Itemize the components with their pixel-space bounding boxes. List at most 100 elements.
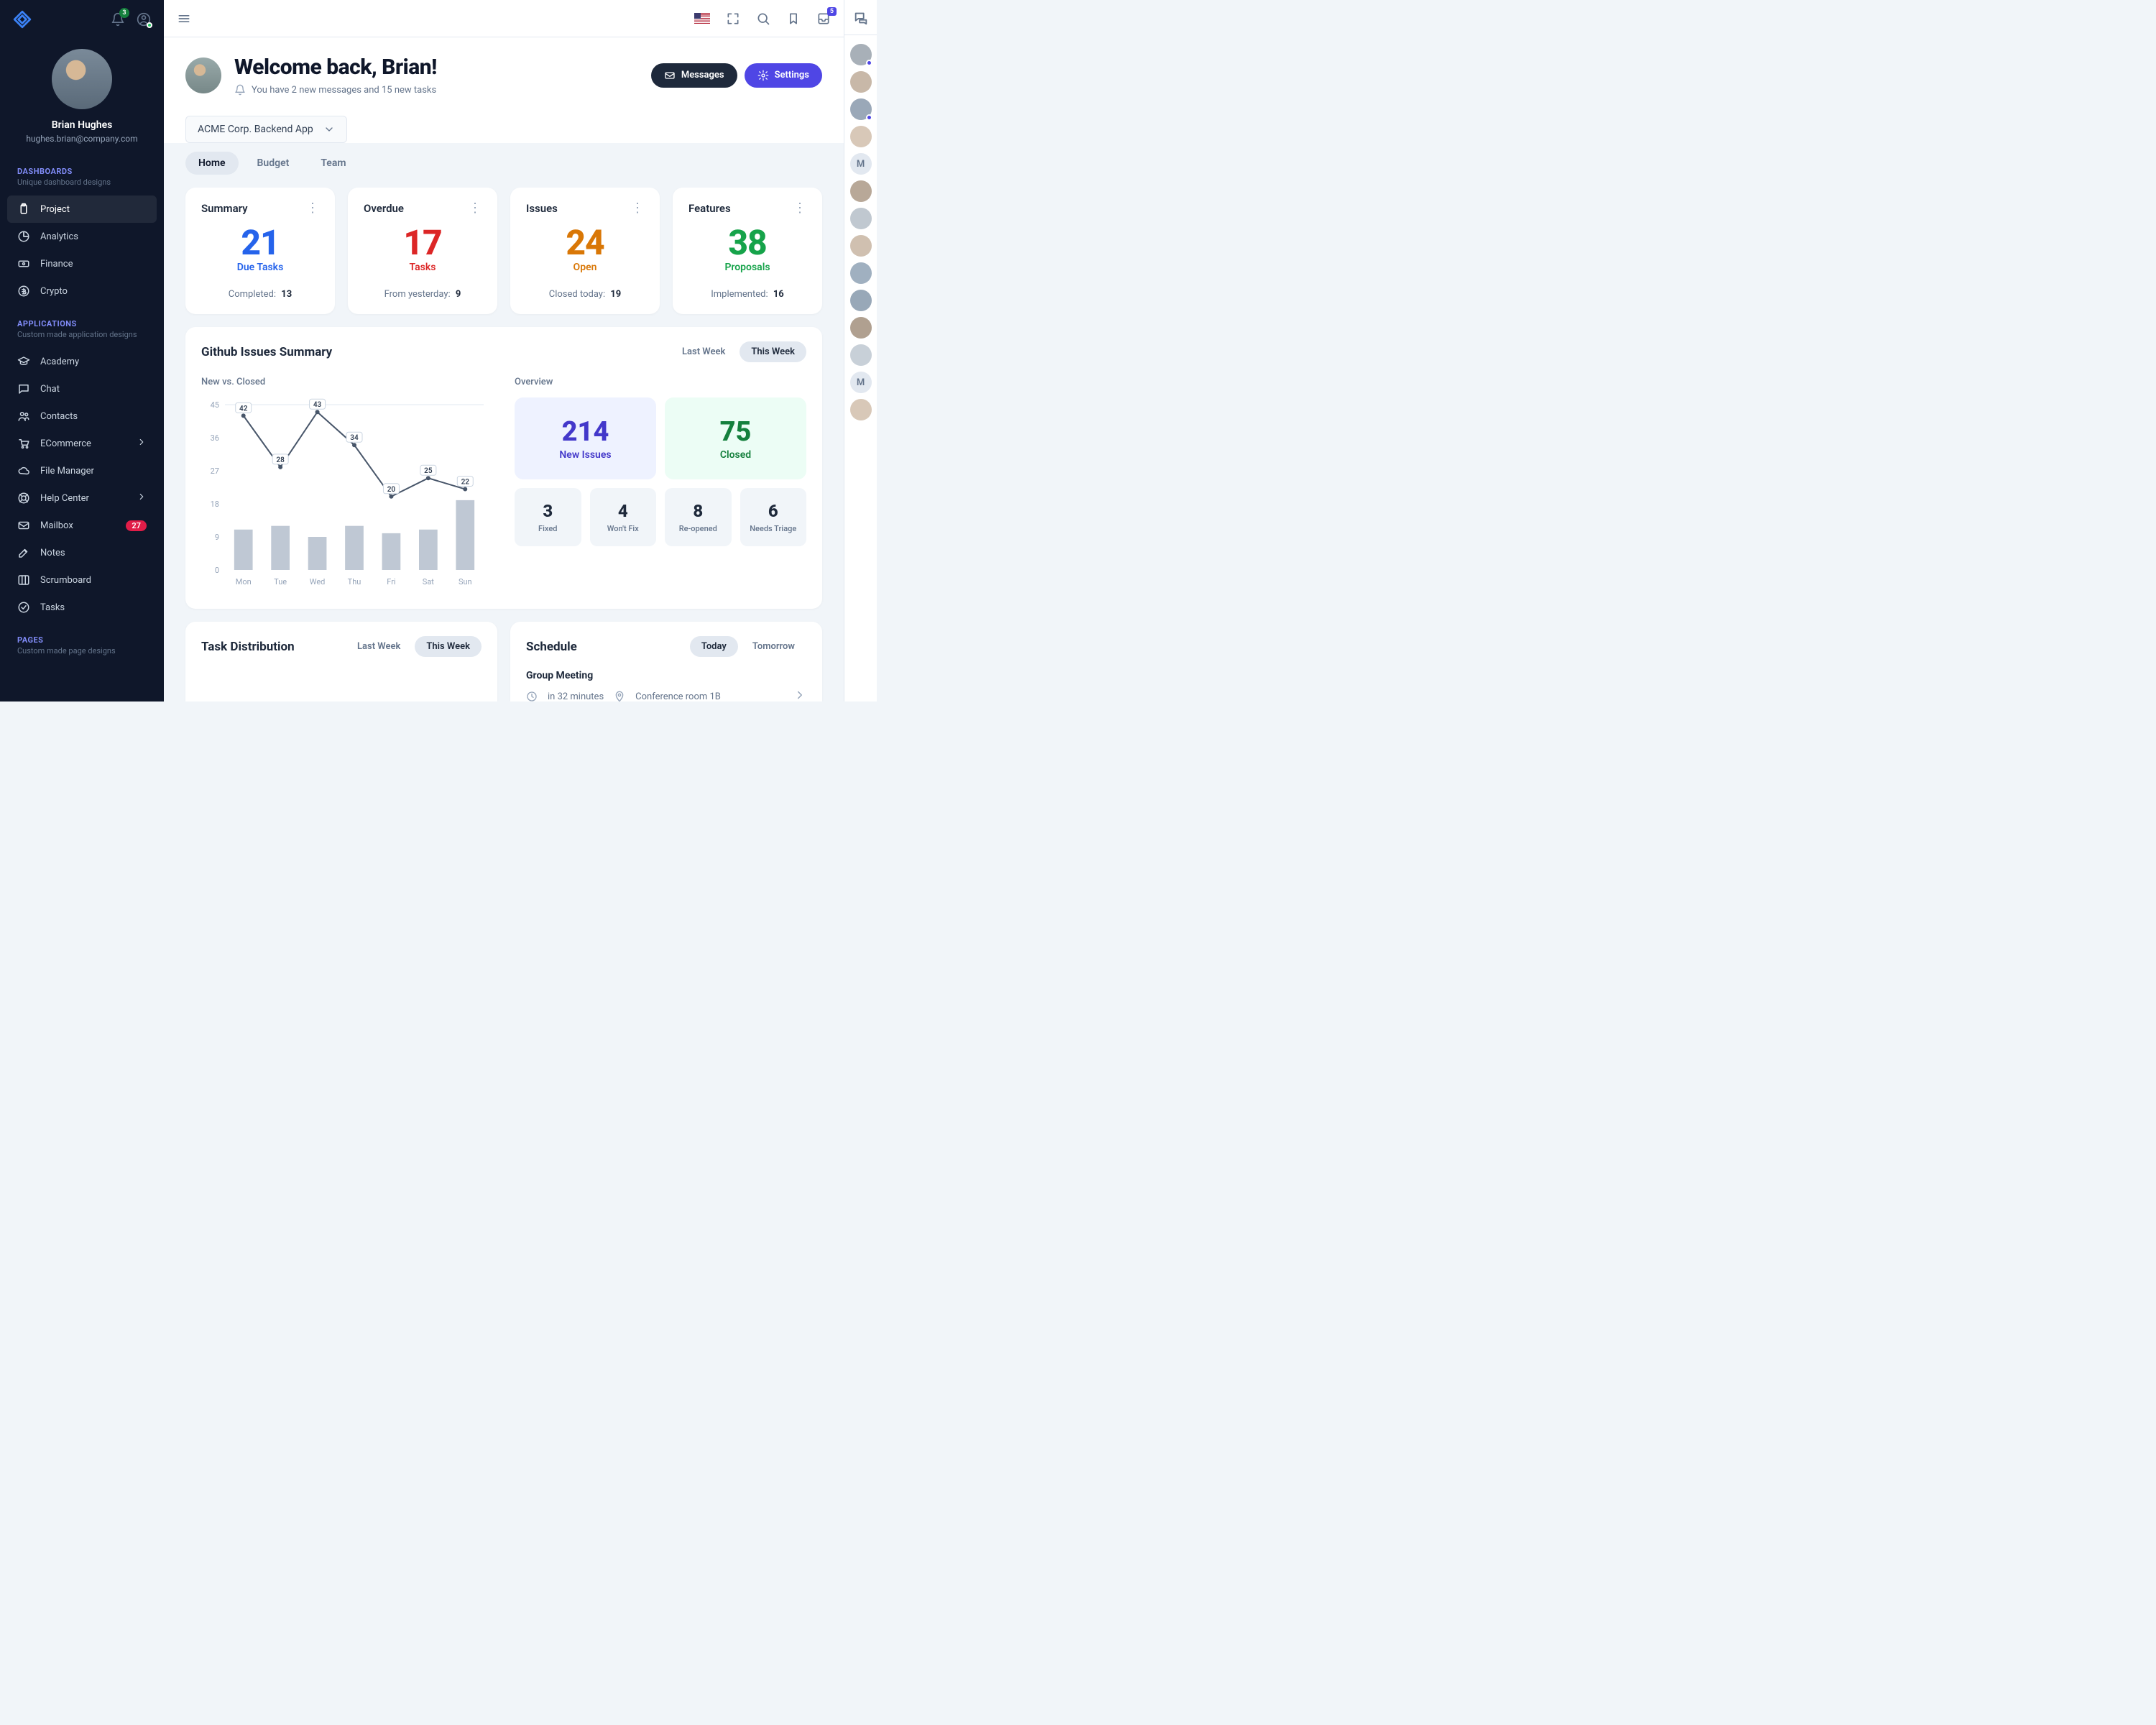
settings-button[interactable]: Settings: [745, 63, 822, 88]
stat-title: Issues: [526, 202, 558, 215]
toggle-today[interactable]: Today: [690, 636, 738, 657]
tab-team[interactable]: Team: [308, 152, 359, 175]
contact-avatar[interactable]: [850, 180, 872, 202]
messages-button[interactable]: Messages: [651, 63, 737, 88]
svg-text:Tue: Tue: [274, 577, 287, 586]
mailbox-badge: 27: [126, 520, 147, 531]
avatar: [52, 49, 112, 109]
svg-text:Sat: Sat: [423, 577, 435, 586]
contact-avatar[interactable]: [850, 71, 872, 93]
user-status-icon[interactable]: [137, 12, 151, 27]
svg-text:22: 22: [461, 479, 470, 487]
event-title: Group Meeting: [526, 670, 806, 681]
cart-icon: [17, 437, 30, 450]
svg-text:20: 20: [387, 486, 396, 494]
nav-label: Help Center: [40, 493, 89, 504]
svg-text:Sun: Sun: [459, 577, 472, 586]
contact-avatar[interactable]: [850, 126, 872, 147]
search-icon[interactable]: [756, 12, 770, 26]
sidebar-item-ecommerce[interactable]: ECommerce: [7, 430, 157, 457]
nav-label: Tasks: [40, 602, 65, 613]
stat-card: Summary ⋮ 21 Due Tasks Completed: 13: [185, 188, 335, 314]
stat-footer: Implemented: 16: [688, 289, 806, 300]
fullscreen-icon[interactable]: [726, 12, 740, 26]
sidebar-item-scrumboard[interactable]: Scrumboard: [7, 566, 157, 594]
inbox-icon[interactable]: 5: [816, 12, 831, 26]
more-icon[interactable]: ⋮: [793, 202, 806, 215]
event-time: in 32 minutes: [548, 691, 604, 702]
stat-footer: Closed today: 19: [526, 289, 644, 300]
more-icon[interactable]: ⋮: [469, 202, 482, 215]
sidebar-item-finance[interactable]: Finance: [7, 250, 157, 277]
svg-text:28: 28: [276, 456, 285, 464]
more-icon[interactable]: ⋮: [306, 202, 319, 215]
sidebar-item-chat[interactable]: Chat: [7, 375, 157, 402]
sidebar-item-academy[interactable]: Academy: [7, 348, 157, 375]
chart-title: New vs. Closed: [201, 377, 493, 387]
contact-avatar[interactable]: [850, 317, 872, 339]
overview-new-issues: 214 New Issues: [515, 397, 656, 479]
contact-avatar[interactable]: M: [850, 372, 872, 393]
contact-avatar[interactable]: [850, 44, 872, 65]
toggle-tomorrow[interactable]: Tomorrow: [741, 636, 806, 657]
app-logo-icon: [13, 10, 32, 29]
nav-label: Finance: [40, 259, 73, 270]
toggle-this-week[interactable]: This Week: [415, 636, 482, 657]
toggle-last-week[interactable]: Last Week: [671, 341, 737, 362]
overview-closed: 75 Closed: [665, 397, 806, 479]
stat-card: Issues ⋮ 24 Open Closed today: 19: [510, 188, 660, 314]
nav-section-pages: PAGES Custom made page designs: [0, 625, 164, 660]
bell-icon[interactable]: 3: [111, 12, 125, 27]
contact-avatar[interactable]: [850, 262, 872, 284]
contact-avatar[interactable]: [850, 290, 872, 311]
svg-text:42: 42: [239, 405, 248, 413]
contact-avatar[interactable]: [850, 208, 872, 229]
svg-text:Wed: Wed: [310, 577, 326, 586]
project-selector[interactable]: ACME Corp. Backend App: [185, 116, 347, 143]
sidebar-item-filemanager[interactable]: File Manager: [7, 457, 157, 484]
nav-label: Project: [40, 204, 70, 215]
stat-label: Due Tasks: [201, 262, 319, 273]
sidebar-item-notes[interactable]: Notes: [7, 539, 157, 566]
chevron-right-icon: [137, 437, 147, 450]
contact-avatar[interactable]: M: [850, 153, 872, 175]
sidebar-item-contacts[interactable]: Contacts: [7, 402, 157, 430]
toggle-last-week[interactable]: Last Week: [346, 636, 412, 657]
nav-section-dashboards: DASHBOARDS Unique dashboard designs: [0, 157, 164, 191]
mini-stat: 6 Needs Triage: [740, 488, 807, 546]
tab-budget[interactable]: Budget: [244, 152, 303, 175]
flag-us-icon[interactable]: [694, 13, 710, 24]
nav-label: Scrumboard: [40, 575, 91, 586]
gear-icon: [757, 70, 769, 81]
sidebar-item-tasks[interactable]: Tasks: [7, 594, 157, 621]
contact-avatar[interactable]: [850, 399, 872, 420]
stat-card: Overdue ⋮ 17 Tasks From yesterday: 9: [348, 188, 497, 314]
overview-title: Overview: [515, 377, 806, 387]
menu-icon[interactable]: [177, 12, 191, 26]
chevron-right-icon[interactable]: [793, 689, 806, 702]
contact-avatar[interactable]: [850, 344, 872, 366]
clipboard-icon: [17, 203, 30, 216]
sidebar-item-mailbox[interactable]: Mailbox 27: [7, 512, 157, 539]
stat-label: Proposals: [688, 262, 806, 273]
bookmark-icon[interactable]: [786, 12, 801, 26]
sidebar-item-crypto[interactable]: Crypto: [7, 277, 157, 305]
nav-label: Notes: [40, 548, 65, 558]
stat-label: Tasks: [364, 262, 482, 273]
stat-number: 17: [364, 222, 482, 263]
sidebar-item-helpcenter[interactable]: Help Center: [7, 484, 157, 512]
sidebar-item-project[interactable]: Project: [7, 196, 157, 223]
svg-text:36: 36: [211, 433, 219, 443]
tabs: Home Budget Team: [185, 152, 822, 175]
tab-home[interactable]: Home: [185, 152, 239, 175]
contact-avatar[interactable]: [850, 235, 872, 257]
toggle-this-week[interactable]: This Week: [740, 341, 806, 362]
chat-bubbles-icon[interactable]: [853, 10, 869, 26]
sidebar-item-analytics[interactable]: Analytics: [7, 223, 157, 250]
more-icon[interactable]: ⋮: [631, 202, 644, 215]
users-icon: [17, 410, 30, 423]
contact-avatar[interactable]: [850, 98, 872, 120]
event-location: Conference room 1B: [635, 691, 721, 702]
mini-stat: 4 Won't Fix: [590, 488, 657, 546]
sidebar: 3 Brian Hughes hughes.brian@company.com …: [0, 0, 164, 702]
